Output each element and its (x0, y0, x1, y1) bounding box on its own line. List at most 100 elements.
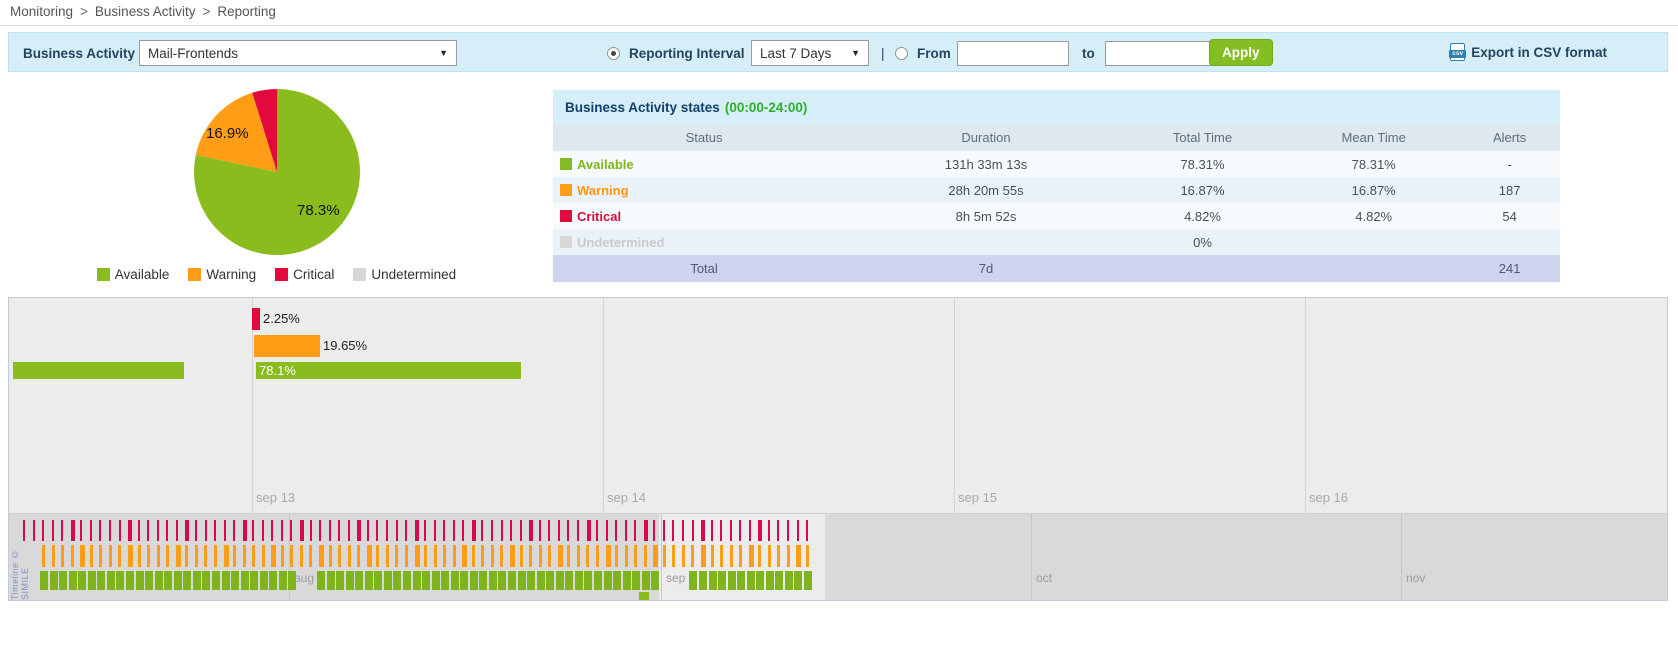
warning-tick (128, 545, 133, 567)
warning-tick (90, 545, 93, 567)
available-tick (489, 571, 497, 590)
table-row-undetermined: Undetermined0% (553, 229, 1560, 255)
critical-tick (185, 520, 189, 541)
critical-tick (71, 520, 75, 541)
breadcrumb-item-business-activity[interactable]: Business Activity (95, 4, 196, 19)
breadcrumb-separator: > (202, 4, 210, 19)
critical-tick (176, 520, 178, 541)
custom-range-radio[interactable] (895, 47, 908, 60)
status-label: Critical (577, 209, 621, 224)
apply-button[interactable]: Apply (1209, 39, 1273, 66)
pie-label-warning: 16.9% (206, 125, 249, 142)
timeline-bar-critical[interactable] (252, 308, 260, 330)
warning-tick (71, 545, 74, 567)
month-label: aug (294, 571, 314, 585)
cell-mean-time: 78.31% (1288, 157, 1459, 172)
warning-tick (185, 545, 188, 567)
critical-tick (606, 520, 608, 541)
warning-tick (606, 545, 611, 567)
business-activity-select[interactable]: Mail-Frontends ▼ (139, 40, 457, 66)
timeline-bar-available[interactable] (13, 362, 184, 379)
available-tick (794, 571, 802, 590)
available-tick (718, 571, 726, 590)
available-tick (327, 571, 335, 590)
reporting-interval-select[interactable]: Last 7 Days ▼ (751, 40, 869, 66)
chevron-down-icon: ▼ (439, 48, 448, 58)
critical-tick (501, 520, 503, 541)
column-header-status: Status (553, 130, 855, 145)
from-date-input[interactable] (957, 41, 1069, 66)
critical-tick (281, 520, 283, 541)
timeline-main-band[interactable]: sep 13sep 14sep 15sep 162.25%19.65%78.1% (9, 298, 1667, 514)
breadcrumb-item-monitoring[interactable]: Monitoring (10, 4, 73, 19)
status-label: Undetermined (577, 235, 664, 250)
available-tick (212, 571, 220, 590)
available-tick (384, 571, 392, 590)
critical-tick (128, 520, 132, 541)
table-row-critical: Critical8h 5m 52s4.82%4.82%54 (553, 203, 1560, 229)
critical-tick (472, 520, 476, 541)
reporting-interval-radio[interactable] (607, 47, 620, 60)
warning-tick (348, 545, 351, 567)
timeline-overview-band[interactable]: Timeline © SIMILE augsepoctnov (9, 513, 1667, 600)
warning-tick (596, 545, 599, 567)
warning-tick (424, 545, 427, 567)
warning-tick (491, 545, 494, 567)
warning-tick (224, 545, 229, 567)
critical-tick (787, 520, 789, 541)
critical-tick (739, 520, 741, 541)
warning-tick (138, 545, 141, 567)
warning-tick (586, 545, 589, 567)
available-tick (374, 571, 382, 590)
critical-tick (462, 520, 464, 541)
available-tick (269, 571, 277, 590)
critical-tick (777, 520, 779, 541)
warning-tick (338, 545, 341, 567)
available-tick (747, 571, 755, 590)
timeline-bar-label: 2.25% (263, 311, 300, 326)
available-tick (766, 571, 774, 590)
critical-tick (405, 520, 407, 541)
critical-tick (119, 520, 121, 541)
month-label: oct (1036, 571, 1052, 585)
warning-tick (443, 545, 446, 567)
warning-tick (405, 545, 408, 567)
column-header-mean-time: Mean Time (1288, 130, 1459, 145)
warning-tick (768, 545, 771, 567)
breadcrumb-item-reporting[interactable]: Reporting (217, 4, 276, 19)
warning-tick (777, 545, 780, 567)
critical-tick (491, 520, 493, 541)
available-tick (279, 571, 287, 590)
warning-tick (625, 545, 628, 567)
warning-tick (663, 545, 666, 567)
critical-tick (672, 520, 674, 541)
available-tick (546, 571, 554, 590)
warning-tick (61, 545, 64, 567)
warning-tick (548, 545, 551, 567)
status-square-icon (560, 236, 572, 248)
available-tick (202, 571, 210, 590)
available-tick (59, 571, 67, 590)
available-tick (460, 571, 468, 590)
to-date-input[interactable] (1105, 41, 1217, 66)
critical-tick (243, 520, 247, 541)
available-tick (699, 571, 707, 590)
status-label: Warning (577, 183, 629, 198)
export-csv-link[interactable]: csv Export in CSV format (1450, 43, 1607, 61)
available-tick (498, 571, 506, 590)
critical-tick (157, 520, 159, 541)
month-gridline (1031, 514, 1032, 600)
warning-tick (510, 545, 515, 567)
warning-tick (395, 545, 398, 567)
available-tick (689, 571, 697, 590)
timeline-bar-warning[interactable] (254, 335, 320, 357)
warning-tick (357, 545, 360, 567)
day-label: sep 14 (607, 490, 646, 505)
warning-tick (176, 545, 181, 567)
critical-tick (730, 520, 732, 541)
available-tick (642, 571, 650, 590)
critical-tick (90, 520, 92, 541)
available-tick (441, 571, 449, 590)
day-gridline (603, 298, 604, 514)
warning-tick (758, 545, 761, 567)
